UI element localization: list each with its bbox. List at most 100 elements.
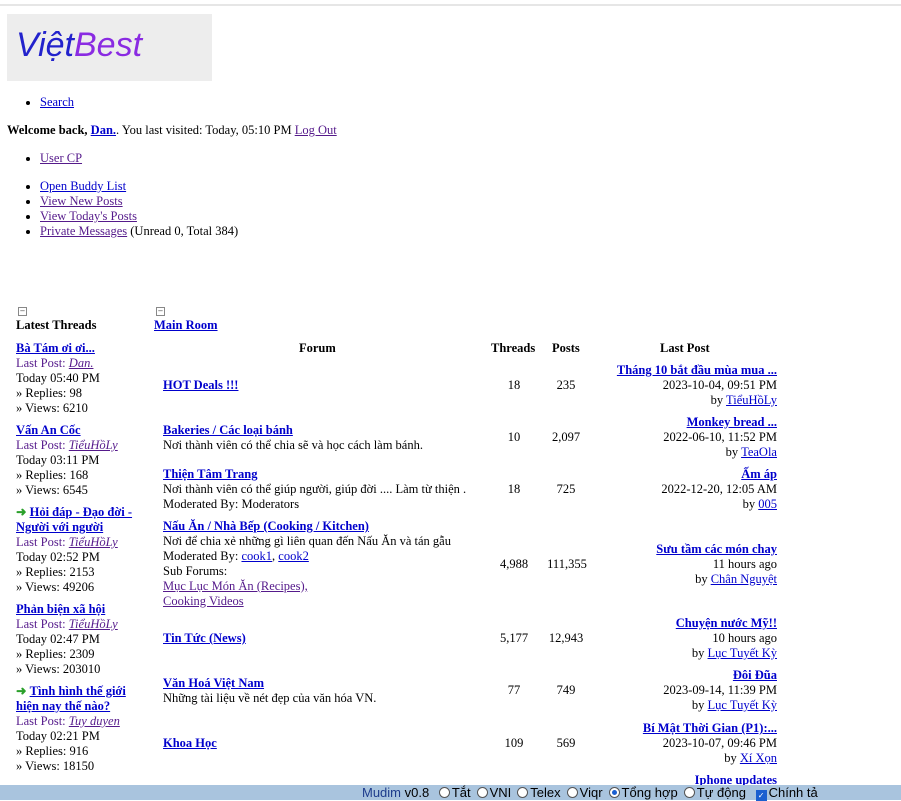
main-room-link[interactable]: Main Room bbox=[154, 318, 218, 333]
poster-link[interactable]: Dan. bbox=[69, 356, 94, 370]
search-link[interactable]: Search bbox=[40, 95, 74, 109]
mudim-name[interactable]: Mudim bbox=[362, 785, 401, 800]
forum-link[interactable]: Bakeries / Các loại bánh bbox=[163, 423, 293, 438]
last-post-thread-link[interactable]: Tháng 10 bắt đầu mùa mua ... bbox=[617, 363, 777, 377]
by-label: by bbox=[725, 445, 739, 459]
last-post-label: Last Post: bbox=[16, 617, 66, 631]
mudim-radio[interactable] bbox=[566, 787, 578, 798]
today-posts-link[interactable]: View Today's Posts bbox=[40, 209, 137, 223]
thread-views: » Views: 6545 bbox=[16, 483, 88, 497]
forum-description-text: Nơi thành viên có thể giúp người, giúp đ… bbox=[163, 482, 467, 496]
mudim-radio-label: Tổng hợp bbox=[621, 785, 678, 800]
spellcheck-checkbox[interactable]: ✓ bbox=[755, 790, 767, 801]
mudim-toolbar: Mudim v0.8 Tắt VNI Telex Viqr Tổng hợp Tự độn… bbox=[0, 785, 901, 801]
forum-link[interactable]: Nấu Ăn / Nhà Bếp (Cooking / Kitchen) bbox=[163, 519, 369, 534]
mudim-radio[interactable] bbox=[608, 787, 620, 798]
thread-time: Today 03:11 PM bbox=[16, 453, 100, 467]
latest-thread-item: ➜ Hỏi đáp - Đạo đời - Người với người Las… bbox=[16, 505, 142, 595]
poster-link[interactable]: TiểuHồLy bbox=[69, 438, 118, 452]
thread-count: 77 bbox=[507, 683, 521, 697]
last-post-thread-link[interactable]: Chuyện nước Mỹ!! bbox=[676, 616, 777, 630]
poster-link[interactable]: TiểuHồLy bbox=[69, 535, 118, 549]
spellcheck-label: Chính tả bbox=[768, 785, 818, 800]
last-post-cell: Tháng 10 bắt đầu mùa mua ... 2023-10-04,… bbox=[617, 363, 777, 408]
private-messages-link[interactable]: Private Messages bbox=[40, 224, 127, 238]
new-posts-link[interactable]: View New Posts bbox=[40, 194, 123, 208]
thread-title-link[interactable]: Phản biện xã hội bbox=[16, 602, 105, 616]
col-posts: Posts bbox=[552, 341, 580, 355]
col-forum: Forum bbox=[299, 341, 336, 355]
thread-views: » Views: 49206 bbox=[16, 580, 95, 594]
last-post-user-link[interactable]: 005 bbox=[758, 497, 777, 511]
forum-link[interactable]: Khoa Học bbox=[163, 736, 217, 751]
moderator-link[interactable]: cook1 bbox=[241, 549, 272, 563]
today-posts-item: View Today's Posts bbox=[40, 209, 238, 224]
by-label: by bbox=[742, 497, 756, 511]
thread-time: Today 02:47 PM bbox=[16, 632, 100, 646]
thread-title-link[interactable]: Bà Tám ơi ơi... bbox=[16, 341, 95, 355]
by-label: by bbox=[695, 572, 708, 586]
mudim-radio-label: VNI bbox=[489, 785, 512, 800]
collapse-mainroom-icon[interactable]: − bbox=[156, 307, 165, 316]
logo-text: ViệtBest bbox=[16, 26, 142, 65]
sub-forum-link[interactable]: Mục Lục Món Ăn (Recipes), bbox=[163, 579, 308, 593]
last-post-thread-link[interactable]: Monkey bread ... bbox=[687, 415, 777, 429]
thread-count: 5,177 bbox=[499, 631, 529, 645]
usercp-link[interactable]: User CP bbox=[40, 151, 82, 165]
last-post-user-link[interactable]: Lục Tuyết Kỳ bbox=[708, 698, 777, 712]
last-visited-text: . You last visited: Today, 05:10 PM bbox=[116, 123, 295, 137]
mudim-radio[interactable] bbox=[476, 787, 488, 798]
poster-link[interactable]: TiểuHồLy bbox=[69, 617, 118, 631]
last-post-user-link[interactable]: TeaOla bbox=[741, 445, 777, 459]
moderated-by: Moderated By: Moderators bbox=[163, 497, 300, 511]
forum-description: Nơi để chia xẻ những gì liên quan đến Nấ… bbox=[163, 534, 451, 608]
thread-title-link[interactable]: Tình hình thế giới hiện nay thế nào? bbox=[16, 684, 126, 713]
usercp-menu: User CP bbox=[0, 151, 82, 166]
last-post-thread-link[interactable]: Đôi Đũa bbox=[733, 668, 777, 682]
mudim-radio[interactable] bbox=[517, 787, 529, 798]
last-post-label: Last Post: bbox=[16, 714, 66, 728]
pm-item: Private Messages (Unread 0, Total 384) bbox=[40, 224, 238, 239]
thread-title-link[interactable]: Vấn An Cốc bbox=[16, 423, 81, 437]
last-post-user-link[interactable]: Lục Tuyết Kỳ bbox=[708, 646, 777, 660]
thread-count: 18 bbox=[507, 482, 521, 496]
logout-link[interactable]: Log Out bbox=[295, 123, 337, 137]
mudim-radio[interactable] bbox=[683, 787, 695, 798]
mudim-radio[interactable] bbox=[438, 787, 450, 798]
last-post-thread-link[interactable]: Ấm áp bbox=[741, 467, 777, 481]
poster-link[interactable]: Tuy duyen bbox=[69, 714, 120, 728]
logo-part2: Best bbox=[73, 26, 143, 64]
thread-count: 10 bbox=[507, 430, 521, 444]
mudim-options: Mudim v0.8 Tắt VNI Telex Viqr Tổng hợp Tự độn… bbox=[362, 785, 818, 801]
forum-link[interactable]: Tin Tức (News) bbox=[163, 631, 246, 646]
moderated-by-label: Moderated By: bbox=[163, 549, 242, 563]
last-post-user-link[interactable]: Chân Nguyệt bbox=[711, 572, 777, 586]
forum-description: Những tài liệu về nét đẹp của văn hóa VN… bbox=[163, 691, 377, 705]
forum-link[interactable]: Thiện Tâm Trang bbox=[163, 467, 257, 482]
mudim-radio-label: Tự động bbox=[696, 785, 746, 800]
post-count: 569 bbox=[556, 736, 576, 750]
user-link[interactable]: Dan. bbox=[91, 123, 116, 137]
last-post-user-link[interactable]: Xí Xọn bbox=[740, 751, 777, 765]
site-logo[interactable]: ViệtBest bbox=[7, 14, 212, 81]
logo-part1: Việt bbox=[16, 26, 74, 64]
thread-title-link[interactable]: Hỏi đáp - Đạo đời - Người với người bbox=[16, 505, 132, 534]
forum-link[interactable]: Văn Hoá Việt Nam bbox=[163, 676, 264, 691]
buddy-list-link[interactable]: Open Buddy List bbox=[40, 179, 126, 193]
post-count: 235 bbox=[556, 378, 576, 392]
moderator-link[interactable]: cook2 bbox=[278, 549, 309, 563]
search-item: Search bbox=[40, 95, 74, 110]
collapse-sidebar-icon[interactable]: − bbox=[18, 307, 27, 316]
post-count: 12,943 bbox=[548, 631, 584, 645]
by-label: by bbox=[691, 698, 705, 712]
forum-link[interactable]: HOT Deals !!! bbox=[163, 378, 238, 393]
sub-forum-link[interactable]: Cooking Videos bbox=[163, 594, 244, 608]
last-post-label: Last Post: bbox=[16, 356, 66, 370]
pm-counts: (Unread 0, Total 384) bbox=[127, 224, 239, 238]
last-post-thread-link[interactable]: Bí Mật Thời Gian (P1):... bbox=[643, 721, 777, 735]
last-post-cell: Ấm áp 2022-12-20, 12:05 AM by 005 bbox=[661, 467, 777, 512]
last-post-user-link[interactable]: TiểuHồLy bbox=[726, 393, 777, 407]
last-post-thread-link[interactable]: Sưu tầm các món chay bbox=[656, 542, 777, 556]
mudim-version: v0.8 bbox=[401, 785, 430, 800]
by-label: by bbox=[691, 646, 705, 660]
